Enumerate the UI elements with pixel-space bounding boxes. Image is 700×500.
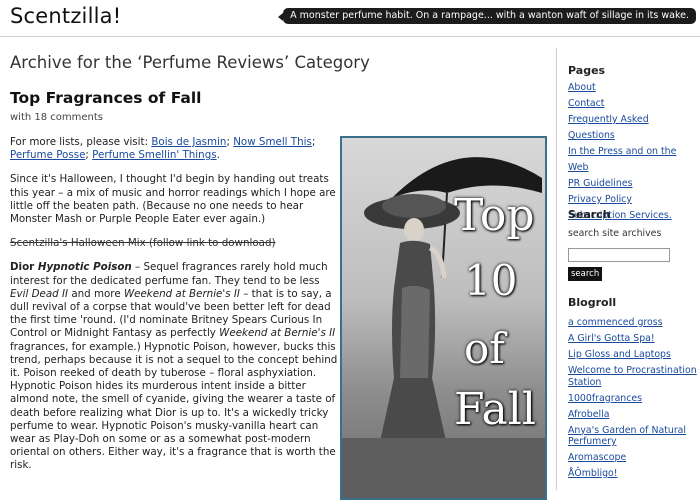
pages-list: About Contact Frequently Asked Questions…: [568, 80, 698, 224]
site-title[interactable]: Scentzilla!: [10, 4, 121, 28]
poster-word-fall: Fall: [454, 384, 536, 435]
page-link-privacy[interactable]: Privacy Policy: [568, 194, 632, 205]
link-perfume-posse[interactable]: Perfume Posse: [10, 149, 85, 161]
more-lists-paragraph: For more lists, please visit: Bois de Ja…: [10, 136, 316, 162]
review-text: and more: [68, 287, 124, 300]
blogroll-heading: Blogroll: [568, 296, 617, 309]
halloween-mix-link[interactable]: Scentzilla's Halloween Mix (follow link …: [10, 237, 276, 249]
poster-word-of: of: [464, 324, 505, 373]
blogroll-link[interactable]: ÅÔmbligo!: [568, 468, 618, 479]
comment-count: with 18 comments: [10, 112, 104, 123]
review-italic: Weekend at Bernie's II: [123, 287, 240, 300]
link-now-smell-this[interactable]: Now Smell This: [233, 136, 312, 148]
blogroll-link[interactable]: 1000fragrances: [568, 393, 642, 404]
archive-title: Archive for the ‘Perfume Reviews’ Catego…: [10, 53, 370, 72]
blogroll-link[interactable]: Welcome to Procrastination Station: [568, 365, 697, 388]
blogroll-link[interactable]: Anya's Garden of Natural Perfumery: [568, 425, 686, 448]
sidebar: Pages About Contact Frequently Asked Que…: [556, 48, 700, 490]
post-content: For more lists, please visit: Bois de Ja…: [10, 136, 340, 484]
search-heading: Search: [568, 208, 611, 221]
blogroll-list: a commenced gross A Girl's Gotta Spa! Li…: [568, 317, 698, 484]
dior-brand: Dior: [10, 261, 38, 274]
post-title: Top Fragrances of Fall: [10, 89, 201, 107]
search-input[interactable]: [568, 248, 670, 262]
link-perfume-smellin-things[interactable]: Perfume Smellin' Things: [92, 149, 216, 161]
more-lists-prefix: For more lists, please visit:: [10, 136, 152, 148]
halloween-paragraph: Since it's Halloween, I thought I'd begi…: [10, 173, 336, 226]
page-link-contact[interactable]: Contact: [568, 98, 604, 109]
review-italic: Evil Dead II: [10, 287, 69, 300]
page-link-faq[interactable]: Frequently Asked Questions: [568, 114, 649, 141]
review-text: fragrances, for example.) Hypnotic Poiso…: [10, 340, 338, 472]
site-tagline: A monster perfume habit. On a rampage...…: [278, 8, 696, 24]
page-link-about[interactable]: About: [568, 82, 596, 93]
page-link-pr-guidelines[interactable]: PR Guidelines: [568, 178, 632, 189]
search-label: search site archives: [568, 228, 662, 239]
dior-review-paragraph: Dior Hypnotic Poison – Sequel fragrances…: [10, 261, 340, 472]
blogroll-link[interactable]: a commenced gross: [568, 317, 663, 328]
header-divider: [0, 36, 700, 37]
link-bois-de-jasmin[interactable]: Bois de Jasmin: [151, 136, 226, 148]
poster-word-top: Top: [454, 190, 535, 241]
blogroll-link[interactable]: A Girl's Gotta Spa!: [568, 333, 655, 344]
pages-heading: Pages: [568, 64, 606, 77]
top-10-of-fall-poster-image: Top 10 of Fall: [340, 136, 547, 500]
blogroll-link[interactable]: Afrobella: [568, 409, 609, 420]
poster-word-10: 10: [464, 256, 518, 305]
blogroll-link[interactable]: Lip Gloss and Laptops: [568, 349, 671, 360]
review-italic: Weekend at Bernie's II: [219, 327, 336, 340]
page-link-press[interactable]: In the Press and on the Web: [568, 146, 676, 173]
dior-fragrance-name: Hypnotic Poison: [37, 261, 132, 274]
blogroll-link[interactable]: Aromascope: [568, 452, 626, 463]
search-button[interactable]: search: [568, 267, 603, 281]
post-title-link[interactable]: Top Fragrances of Fall: [10, 89, 201, 107]
